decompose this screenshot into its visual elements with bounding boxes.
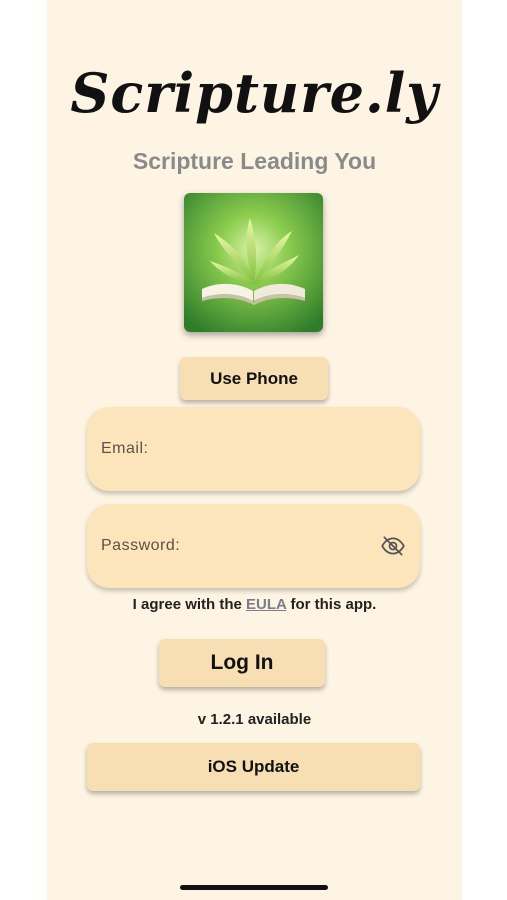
- use-phone-button[interactable]: Use Phone: [180, 357, 328, 400]
- email-label: Email:: [101, 440, 149, 457]
- app-subtitle: Scripture Leading You: [132, 148, 377, 174]
- app-screen: Scripture.ly Scripture Leading You Use P…: [47, 0, 462, 900]
- home-indicator[interactable]: [180, 885, 328, 890]
- eye-off-icon[interactable]: [380, 533, 406, 559]
- password-label: Password:: [101, 537, 181, 554]
- app-title: Scripture.ly: [70, 61, 439, 125]
- password-field[interactable]: Password:: [87, 504, 420, 588]
- eula-link[interactable]: EULA: [246, 596, 286, 613]
- agreement-suffix: for this app.: [286, 596, 377, 613]
- ios-update-button[interactable]: iOS Update: [87, 743, 420, 791]
- agreement-prefix: I agree with the: [132, 596, 247, 613]
- email-field[interactable]: Email:: [87, 407, 420, 491]
- eula-agreement: I agree with the EULA for this app.: [47, 596, 462, 613]
- open-book-with-leaves-icon: [184, 193, 323, 332]
- version-notice: v 1.2.1 available: [197, 711, 312, 728]
- log-in-button[interactable]: Log In: [159, 639, 325, 687]
